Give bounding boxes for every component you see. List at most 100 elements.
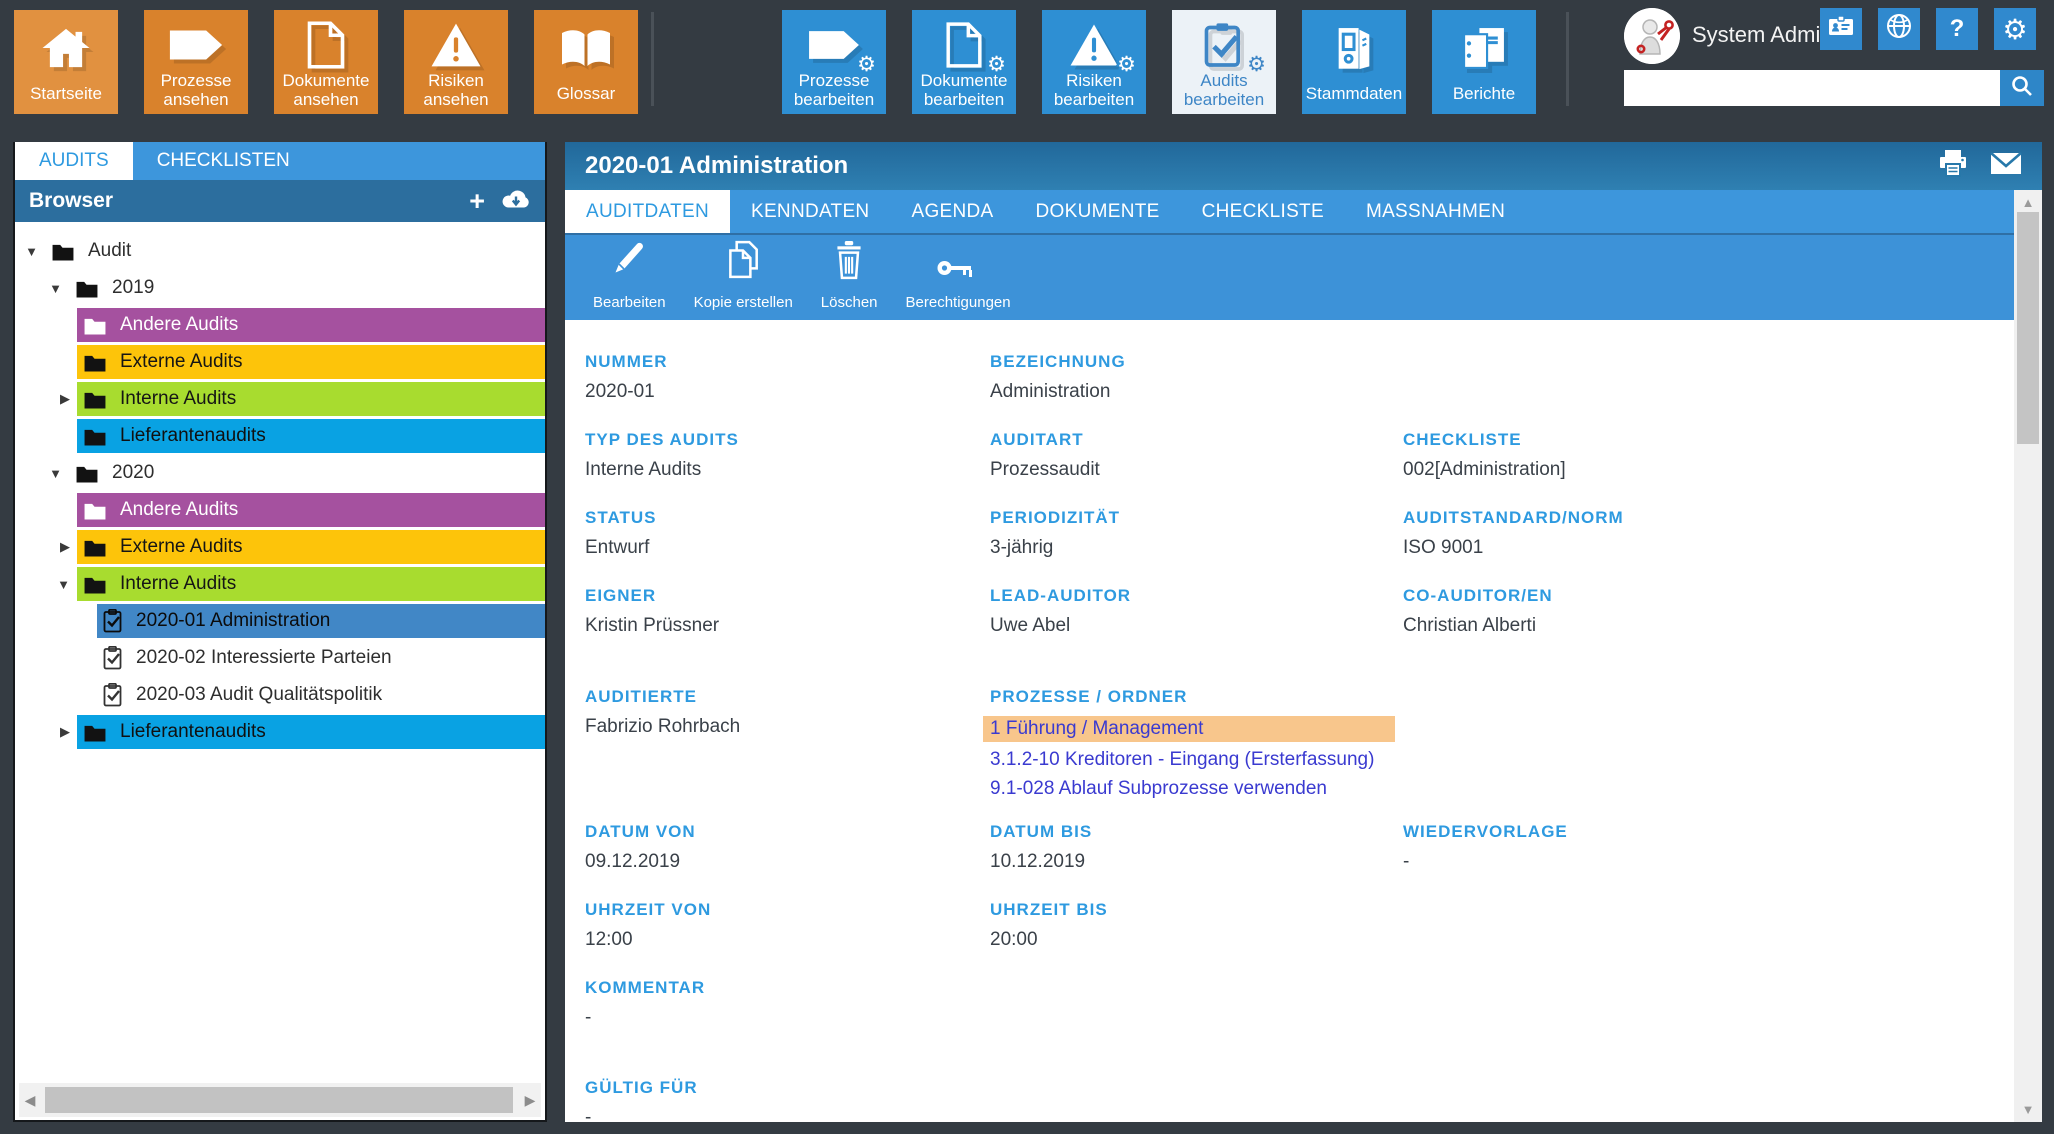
bearbeiten-button[interactable]: Bearbeiten — [579, 235, 680, 320]
search-input[interactable] — [1624, 70, 2000, 106]
tree-item-lieferantenaudits-2020[interactable]: ▶ Lieferantenaudits — [15, 715, 545, 749]
glossary-book-icon — [534, 18, 638, 78]
tab-checkliste[interactable]: CHECKLISTE — [1181, 190, 1345, 233]
kopie-erstellen-button[interactable]: Kopie erstellen — [680, 235, 807, 320]
field-auditstandard-norm: AUDITSTANDARD/NORM ISO 9001 — [1403, 508, 1624, 559]
user-avatar[interactable] — [1624, 8, 1680, 64]
reports-icon — [1432, 18, 1536, 78]
scroll-down-icon[interactable]: ▼ — [2014, 1102, 2042, 1117]
nav-tile-risiken-ansehen[interactable]: Risiken ansehen — [404, 10, 508, 114]
nav-tile-prozesse-bearbeiten[interactable]: ⚙ Prozesse bearbeiten — [782, 10, 886, 114]
collapse-arrow-icon[interactable]: ▼ — [15, 577, 77, 592]
process-tag-gear-icon: ⚙ — [782, 18, 886, 71]
tab-auditdaten[interactable]: AUDITDATEN — [565, 190, 730, 233]
key-icon — [936, 256, 980, 294]
vertical-scrollbar[interactable]: ▲ ▼ — [2014, 190, 2042, 1122]
nav-tile-prozesse-ansehen[interactable]: Prozesse ansehen — [144, 10, 248, 114]
process-link[interactable]: 3.1.2-10 Kreditoren - Eingang (Ersterfas… — [990, 749, 1395, 771]
tree-item-externe-audits-2020[interactable]: ▶ Externe Audits — [15, 530, 545, 564]
berechtigungen-button[interactable]: Berechtigungen — [892, 235, 1025, 320]
tab-kenndaten[interactable]: KENNDATEN — [730, 190, 890, 233]
browser-title: Browser — [29, 189, 469, 213]
tree-item-2020-02-interessierte-parteien[interactable]: 2020-02 Interessierte Parteien — [15, 641, 545, 675]
risk-warning-icon — [404, 18, 508, 71]
expand-arrow-icon[interactable]: ▶ — [15, 539, 77, 555]
nav-tile-risiken-bearbeiten[interactable]: ⚙ Risiken bearbeiten — [1042, 10, 1146, 114]
tab-massnahmen[interactable]: MASSNAHMEN — [1345, 190, 1526, 233]
tree-item-interne-audits-2019[interactable]: ▶ Interne Audits — [15, 382, 545, 416]
help-icon: ? — [1950, 15, 1965, 43]
process-link[interactable]: 9.1-028 Ablauf Subprozesse verwenden — [990, 778, 1395, 800]
settings-gear-icon: ⚙ — [2002, 13, 2027, 46]
nav-tile-glossar[interactable]: Glossar — [534, 10, 638, 114]
nav-tile-dokumente-bearbeiten[interactable]: ⚙ Dokumente bearbeiten — [912, 10, 1016, 114]
tree-item-interne-audits-2020[interactable]: ▼ Interne Audits — [15, 567, 545, 601]
globe-button[interactable] — [1878, 8, 1920, 50]
top-bar: Startseite Prozesse ansehen Dokumente an… — [0, 0, 2054, 142]
collapse-arrow-icon[interactable]: ▼ — [15, 281, 69, 296]
expand-arrow-icon[interactable]: ▶ — [15, 391, 77, 407]
tree-item-lieferantenaudits-2019[interactable]: Lieferantenaudits — [15, 419, 545, 453]
scroll-up-icon[interactable]: ▲ — [2014, 195, 2042, 210]
scrollbar-thumb[interactable] — [2017, 212, 2039, 444]
scroll-left-icon[interactable]: ◀ — [19, 1092, 41, 1109]
nav-tile-startseite[interactable]: Startseite — [14, 10, 118, 114]
nav-tile-berichte[interactable]: Berichte — [1432, 10, 1536, 114]
tree-item-externe-audits-2019[interactable]: Externe Audits — [15, 345, 545, 379]
horizontal-scrollbar[interactable]: ◀ ▶ — [19, 1083, 541, 1117]
tile-label: Risiken bearbeiten — [1042, 71, 1146, 114]
gear-icon: ⚙ — [857, 54, 876, 75]
tree-item-andere-audits-2020[interactable]: Andere Audits — [15, 493, 545, 527]
tile-label: Glossar — [534, 78, 638, 114]
search-button[interactable] — [2000, 70, 2044, 106]
tab-checklisten[interactable]: CHECKLISTEN — [133, 142, 314, 180]
binder-icon — [1302, 18, 1406, 78]
process-link-highlighted[interactable]: 1 Führung / Management — [983, 716, 1395, 742]
field-nummer: NUMMER 2020-01 — [585, 352, 668, 403]
tree-item-andere-audits-2019[interactable]: Andere Audits — [15, 308, 545, 342]
nav-tile-dokumente-ansehen[interactable]: Dokumente ansehen — [274, 10, 378, 114]
loeschen-button[interactable]: Löschen — [807, 235, 892, 320]
tab-dokumente[interactable]: DOKUMENTE — [1015, 190, 1181, 233]
nav-tile-audits-bearbeiten[interactable]: ⚙ Audits bearbeiten — [1172, 10, 1276, 114]
collapse-arrow-icon[interactable]: ▼ — [15, 466, 69, 481]
tree-item-audit-root[interactable]: ▼ Audit — [15, 234, 545, 268]
page-title: 2020-01 Administration — [585, 152, 1916, 180]
audit-tree: ▼ Audit ▼ 2019 Andere Audits Externe Aud… — [15, 222, 545, 749]
tree-item-2020-03-audit-qualitaetspolitik[interactable]: 2020-03 Audit Qualitätspolitik — [15, 678, 545, 712]
search-box — [1624, 70, 2000, 106]
tile-label: Dokumente ansehen — [274, 71, 378, 114]
field-periodizitaet: PERIODIZITÄT 3-jährig — [990, 508, 1120, 559]
expand-arrow-icon[interactable]: ▶ — [15, 724, 77, 740]
tree-item-2019[interactable]: ▼ 2019 — [15, 271, 545, 305]
search-icon — [2010, 74, 2034, 103]
scroll-right-icon[interactable]: ▶ — [519, 1092, 541, 1109]
field-prozesse-ordner: PROZESSE / ORDNER 1 Führung / Management… — [990, 687, 1395, 800]
field-lead-auditor: LEAD-AUDITOR Uwe Abel — [990, 586, 1131, 637]
field-auditierte: AUDITIERTE Fabrizio Rohrbach — [585, 687, 740, 738]
copy-icon — [726, 240, 760, 294]
field-co-auditor: CO-AUDITOR/EN Christian Alberti — [1403, 586, 1553, 637]
field-datum-bis: DATUM BIS 10.12.2019 — [990, 822, 1092, 873]
tile-label: Dokumente bearbeiten — [912, 71, 1016, 114]
cloud-download-button[interactable] — [501, 188, 531, 214]
id-badge-button[interactable] — [1820, 8, 1862, 50]
tile-label: Risiken ansehen — [404, 71, 508, 114]
mail-button[interactable] — [1990, 152, 2022, 180]
tab-audits[interactable]: AUDITS — [15, 142, 133, 180]
scrollbar-thumb[interactable] — [45, 1087, 513, 1113]
cloud-download-icon — [501, 188, 531, 214]
field-kommentar: KOMMENTAR - — [585, 978, 705, 1029]
nav-tile-stammdaten[interactable]: Stammdaten — [1302, 10, 1406, 114]
help-button[interactable]: ? — [1936, 8, 1978, 50]
tab-agenda[interactable]: AGENDA — [890, 190, 1014, 233]
collapse-arrow-icon[interactable]: ▼ — [15, 244, 45, 259]
trash-icon — [834, 240, 864, 294]
print-button[interactable] — [1938, 149, 1968, 184]
sidebar-panel: AUDITS CHECKLISTEN Browser + ▼ Audit ▼ 2… — [13, 142, 547, 1122]
tree-item-2020[interactable]: ▼ 2020 — [15, 456, 545, 490]
tree-item-2020-01-administration[interactable]: 2020-01 Administration — [15, 604, 545, 638]
add-button[interactable]: + — [469, 188, 485, 215]
tile-label: Berichte — [1432, 78, 1536, 114]
settings-button[interactable]: ⚙ — [1994, 8, 2036, 50]
